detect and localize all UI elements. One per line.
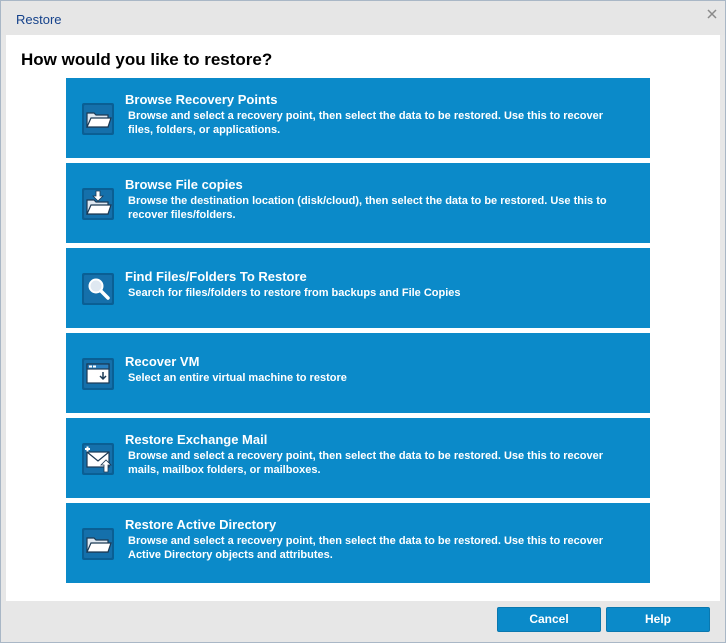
folder-open-icon: [81, 527, 115, 561]
option-restore-active-directory[interactable]: Restore Active Directory Browse and sele…: [66, 503, 650, 583]
restore-question: How would you like to restore?: [21, 50, 273, 69]
option-description: Select an entire virtual machine to rest…: [128, 372, 347, 384]
close-icon[interactable]: [705, 7, 719, 21]
cancel-button[interactable]: Cancel: [497, 607, 601, 632]
option-title: Browse Recovery Points: [125, 92, 278, 107]
option-title: Restore Exchange Mail: [125, 432, 268, 447]
dialog-title: Restore: [16, 12, 62, 27]
option-description: Search for files/folders to restore from…: [128, 287, 461, 299]
help-button[interactable]: Help: [606, 607, 710, 632]
option-description: Browse and select a recovery point, then…: [128, 450, 603, 476]
dialog-body: How would you like to restore? Browse Re…: [6, 35, 720, 601]
vm-window-icon: [81, 357, 115, 391]
dialog-titlebar: Restore: [1, 1, 725, 35]
option-browse-recovery-points[interactable]: Browse Recovery Points Browse and select…: [66, 78, 650, 158]
folder-download-icon: [81, 187, 115, 221]
mail-restore-icon: [81, 442, 115, 476]
option-description: Browse the destination location (disk/cl…: [128, 195, 607, 221]
option-description: Browse and select a recovery point, then…: [128, 535, 603, 561]
option-find-files-folders[interactable]: Find Files/Folders To Restore Search for…: [66, 248, 650, 328]
option-title: Find Files/Folders To Restore: [125, 269, 307, 284]
option-recover-vm[interactable]: Recover VM Select an entire virtual mach…: [66, 333, 650, 413]
option-browse-file-copies[interactable]: Browse File copies Browse the destinatio…: [66, 163, 650, 243]
search-icon: [81, 272, 115, 306]
option-restore-exchange-mail[interactable]: Restore Exchange Mail Browse and select …: [66, 418, 650, 498]
option-title: Restore Active Directory: [125, 517, 277, 532]
folder-open-icon: [81, 102, 115, 136]
option-title: Browse File copies: [125, 177, 243, 192]
option-description: Browse and select a recovery point, then…: [128, 110, 603, 136]
option-title: Recover VM: [125, 354, 200, 369]
restore-dialog: Restore How would you like to restore? B…: [0, 0, 726, 643]
